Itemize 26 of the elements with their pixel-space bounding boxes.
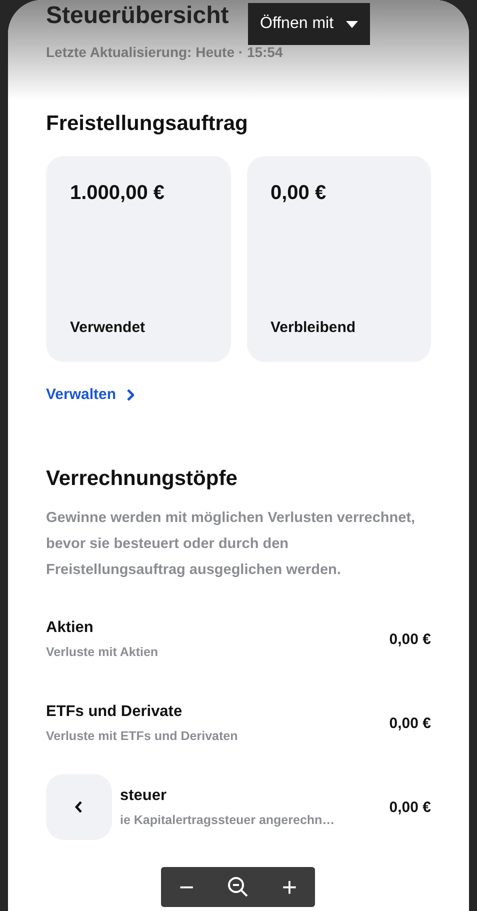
pot-title: steuer xyxy=(120,787,168,805)
pot-subtitle: ie Kapitalertragssteuer angerechn… xyxy=(120,813,335,827)
card-label: Verwendet xyxy=(70,319,146,336)
caret-icon xyxy=(346,20,358,28)
pot-subtitle: Verluste mit Aktien xyxy=(46,645,158,659)
page-title: Steuerübersicht xyxy=(46,2,229,30)
magnifier-icon[interactable] xyxy=(226,875,250,899)
zoom-in-button[interactable]: + xyxy=(278,874,302,900)
amount: 1.000,00 € xyxy=(70,182,166,205)
pot-amount: 0,00 € xyxy=(389,798,431,816)
card-label: Verbleibend xyxy=(270,319,357,336)
section-title: Verrechnungstöpfe xyxy=(46,467,238,491)
pot-title: Aktien xyxy=(46,619,94,637)
manage-link[interactable]: Verwalten xyxy=(46,386,134,403)
section-title: Freistellungsauftrag xyxy=(46,112,249,136)
pot-amount: 0,00 € xyxy=(389,714,431,732)
chevron-left-icon xyxy=(75,801,83,813)
amount: 0,00 € xyxy=(270,182,328,205)
open-with-button[interactable]: Öffnen mit xyxy=(248,3,370,45)
last-updated: Letzte Aktualisierung: Heute · 15:54 xyxy=(46,44,283,60)
pot-amount: 0,00 € xyxy=(389,630,431,648)
pot-subtitle: Verluste mit ETFs und Derivaten xyxy=(46,729,238,743)
section-description: Gewinne werden mit möglichen Verlusten verrechnet, bevor sie besteuert oder durch den Freistellungsauftrag ausgeglichen werden. xyxy=(46,509,416,580)
chevron-right-icon xyxy=(126,388,134,400)
pot-title: ETFs und Derivate xyxy=(46,703,184,721)
zoom-out-button[interactable]: − xyxy=(174,874,198,900)
